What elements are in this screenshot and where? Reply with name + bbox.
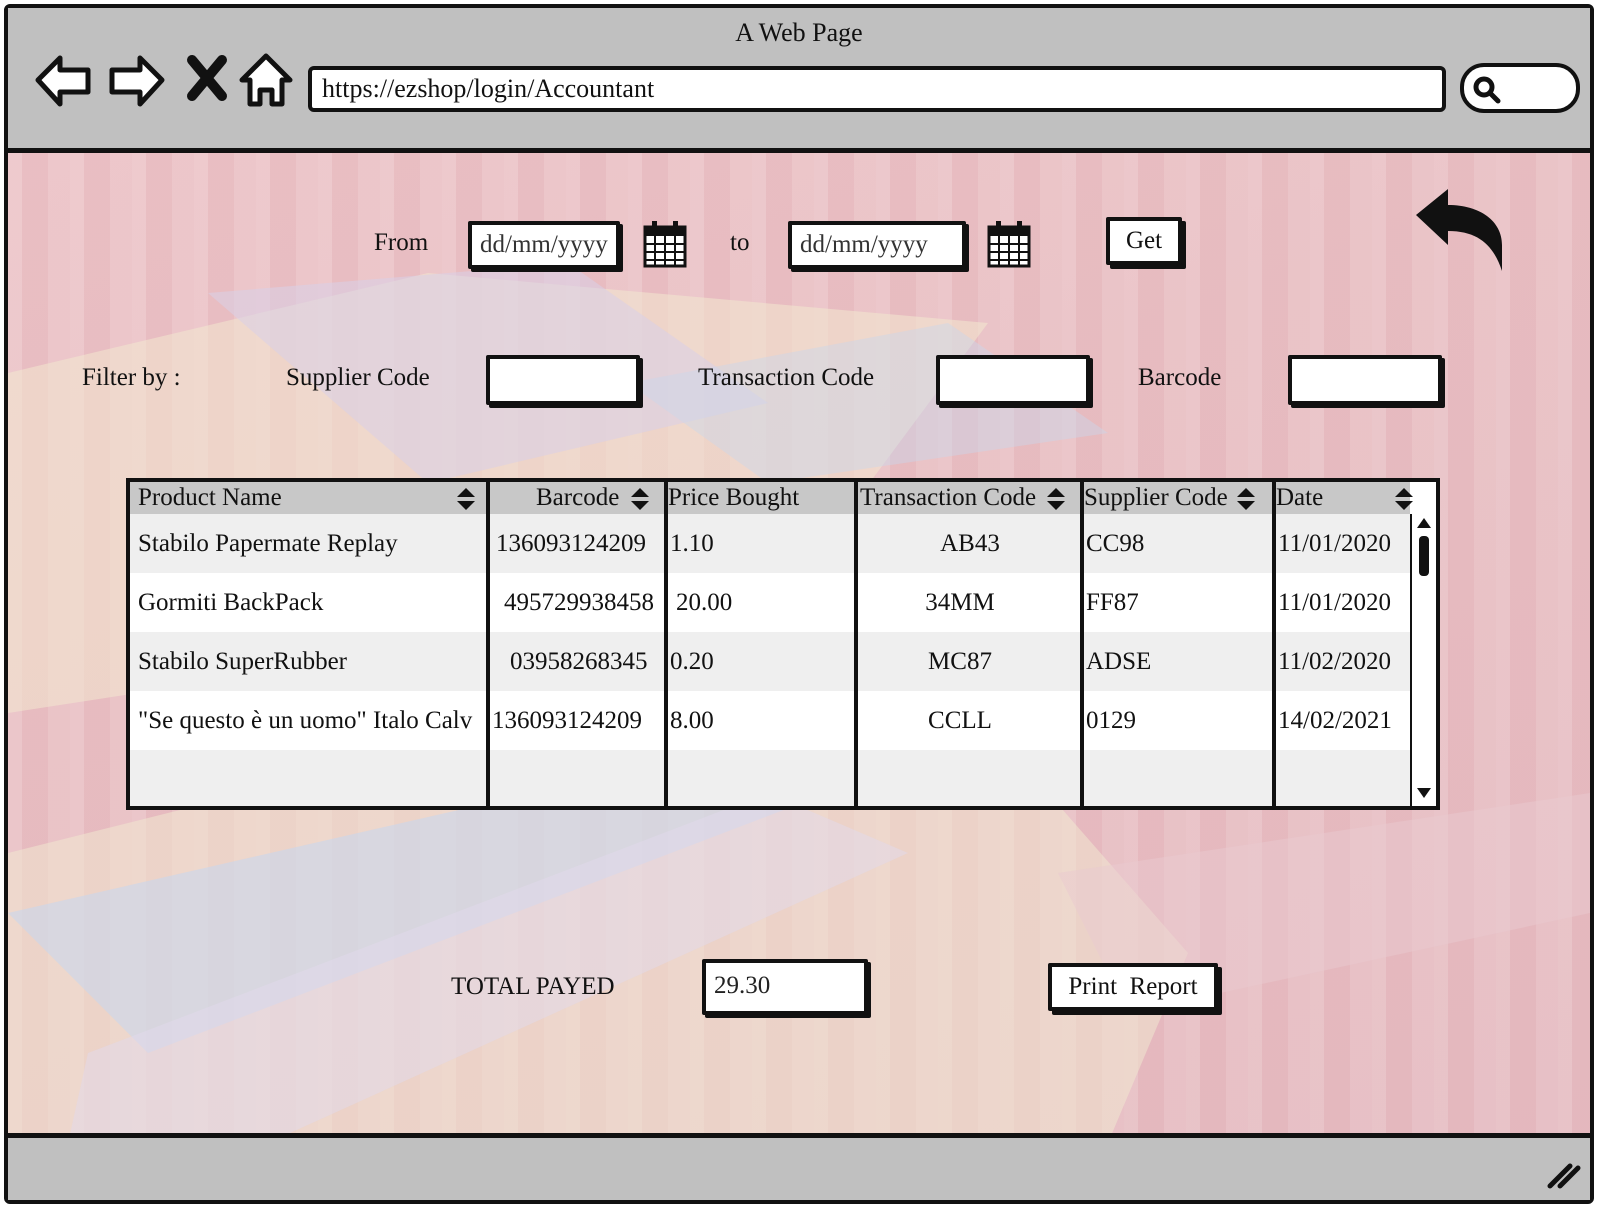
column-header-product-name[interactable]: Product Name <box>138 482 282 514</box>
to-date-input[interactable]: dd/mm/yyyy <box>788 221 966 269</box>
column-header-barcode[interactable]: Barcode <box>536 482 619 514</box>
table-row[interactable]: Stabilo SuperRubber 03958268345 0.20 MC8… <box>130 632 1410 691</box>
scroll-down-icon[interactable] <box>1415 786 1433 800</box>
filter-by-label: Filter by : <box>82 364 181 391</box>
to-label: to <box>730 229 750 256</box>
column-header-transaction-code[interactable]: Transaction Code <box>860 482 1036 514</box>
table-row[interactable]: Stabilo Papermate Replay 136093124209 1.… <box>130 514 1410 573</box>
barcode-filter-input[interactable] <box>1288 355 1442 405</box>
sort-arrows-icon[interactable] <box>1236 487 1256 511</box>
cell-price-bought: 1.10 <box>670 530 714 557</box>
supplier-code-input[interactable] <box>486 355 640 405</box>
from-calendar-icon[interactable] <box>642 219 688 269</box>
cell-date: 14/02/2021 <box>1278 707 1392 734</box>
cell-price-bought: 20.00 <box>676 589 733 616</box>
address-bar[interactable]: https://ezshop/login/Accountant <box>308 66 1446 112</box>
table-row[interactable]: "Se questo è un uomo" Italo Calv 1360931… <box>130 691 1410 750</box>
table-header: Product Name Barcode Price Bought Transa… <box>130 482 1413 514</box>
supplier-code-label: Supplier Code <box>286 364 430 391</box>
cell-transaction-code: MC87 <box>928 648 992 675</box>
column-header-price-bought[interactable]: Price Bought <box>668 482 799 514</box>
back-arrow-icon[interactable] <box>32 50 96 110</box>
cell-price-bought: 8.00 <box>670 707 714 734</box>
resize-grip-icon[interactable] <box>1546 1160 1582 1190</box>
cell-product-name: Stabilo SuperRubber <box>138 648 348 675</box>
cell-transaction-code: 34MM <box>925 589 995 616</box>
column-divider <box>1272 482 1276 806</box>
forward-arrow-icon[interactable] <box>104 50 168 110</box>
from-label: From <box>374 229 429 256</box>
search-icon <box>1473 76 1501 104</box>
home-icon[interactable] <box>234 50 298 110</box>
sort-arrows-icon[interactable] <box>1394 487 1414 511</box>
table-row[interactable]: Gormiti BackPack 495729938458 20.00 34MM… <box>130 573 1410 632</box>
cell-barcode: 136093124209 <box>492 707 642 734</box>
window-title: A Web Page <box>735 18 863 47</box>
column-divider <box>1080 482 1084 806</box>
column-divider <box>854 482 858 806</box>
print-report-button[interactable]: Print Report <box>1048 963 1218 1011</box>
cell-barcode: 136093124209 <box>496 530 646 557</box>
cell-transaction-code: AB43 <box>940 530 1000 557</box>
cell-supplier-code: FF87 <box>1086 589 1139 616</box>
scrollbar-thumb[interactable] <box>1419 536 1429 576</box>
cell-product-name: "Se questo è un uomo" Italo Calv <box>138 707 473 734</box>
cell-product-name: Gormiti BackPack <box>138 589 324 616</box>
cell-transaction-code: CCLL <box>928 707 992 734</box>
to-calendar-icon[interactable] <box>986 219 1032 269</box>
cell-price-bought: 0.20 <box>670 648 714 675</box>
total-payed-field: 29.30 <box>702 959 868 1015</box>
cell-barcode: 495729938458 <box>504 589 654 616</box>
table-scrollbar[interactable] <box>1410 514 1436 806</box>
cell-supplier-code: 0129 <box>1086 707 1136 734</box>
barcode-filter-label: Barcode <box>1138 364 1222 391</box>
get-button[interactable]: Get <box>1106 217 1182 265</box>
status-bar <box>8 1138 1590 1200</box>
cell-product-name: Stabilo Papermate Replay <box>138 530 398 557</box>
transaction-code-input[interactable] <box>936 355 1090 405</box>
cell-supplier-code: ADSE <box>1086 648 1152 675</box>
cell-date: 11/01/2020 <box>1278 530 1391 557</box>
column-header-date[interactable]: Date <box>1276 482 1323 514</box>
column-divider <box>664 482 668 806</box>
cell-date: 11/01/2020 <box>1278 589 1391 616</box>
column-header-supplier-code[interactable]: Supplier Code <box>1084 482 1228 514</box>
table-row-empty <box>130 750 1410 806</box>
browser-search-field[interactable] <box>1460 63 1580 113</box>
browser-window: A Web Page https://ezshop/login/Accounta… <box>4 4 1594 1204</box>
from-date-input[interactable]: dd/mm/yyyy <box>468 221 620 269</box>
transactions-table: Product Name Barcode Price Bought Transa… <box>126 478 1440 810</box>
sort-arrows-icon[interactable] <box>456 487 476 511</box>
cell-date: 11/02/2020 <box>1278 648 1391 675</box>
transaction-code-label: Transaction Code <box>698 364 875 391</box>
return-arrow-icon[interactable] <box>1410 185 1510 275</box>
sort-arrows-icon[interactable] <box>630 487 650 511</box>
browser-toolbar: A Web Page https://ezshop/login/Accounta… <box>8 8 1590 148</box>
page-content: From dd/mm/yyyy to dd/mm/yyyy Get Filter… <box>8 148 1590 1138</box>
close-x-icon[interactable] <box>178 50 242 110</box>
total-payed-label: TOTAL PAYED <box>451 973 615 1000</box>
cell-barcode: 03958268345 <box>510 648 648 675</box>
sort-arrows-icon[interactable] <box>1046 487 1066 511</box>
cell-supplier-code: CC98 <box>1086 530 1145 557</box>
column-divider <box>486 482 490 806</box>
scroll-up-icon[interactable] <box>1415 516 1433 530</box>
